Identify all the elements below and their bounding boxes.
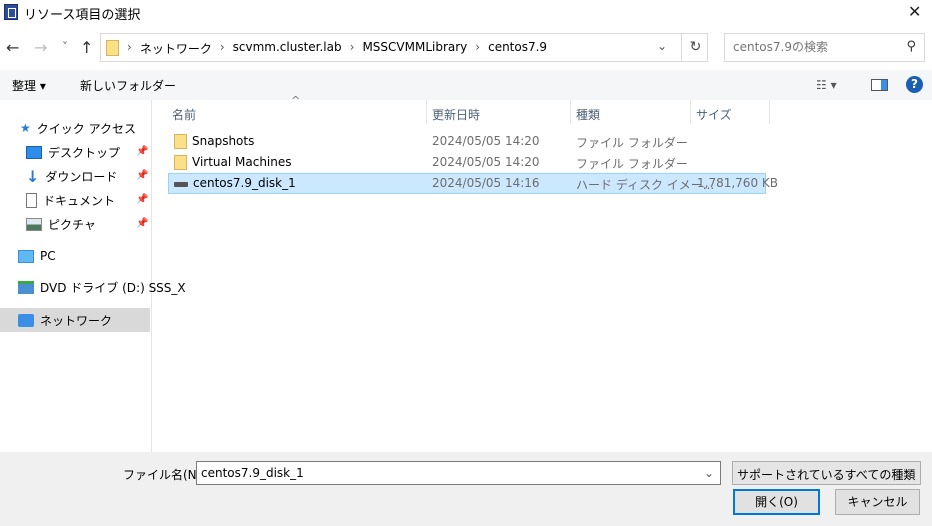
breadcrumb-separator: › [219, 40, 225, 54]
file-name: Snapshots [192, 134, 255, 148]
breadcrumb-separator: › [475, 40, 481, 54]
column-header-name[interactable]: 名前 [172, 106, 196, 130]
organize-button[interactable]: 整理 ▾ [12, 77, 46, 94]
chevron-down-icon[interactable]: ⌄ [704, 466, 714, 480]
pin-icon[interactable]: 📌 [136, 194, 148, 205]
disk-image-icon [174, 182, 188, 187]
desktop-icon [26, 145, 42, 159]
network-icon [18, 313, 34, 327]
sidebar-item-desktop[interactable]: デスクトップ [26, 140, 120, 164]
refresh-button[interactable]: ↻ [681, 34, 709, 61]
pc-icon [18, 249, 34, 263]
sidebar-item-network[interactable]: ネットワーク [0, 308, 150, 332]
filename-value: centos7.9_disk_1 [201, 466, 304, 480]
file-name: Virtual Machines [192, 155, 292, 169]
pin-icon[interactable]: 📌 [136, 170, 148, 181]
column-header-type[interactable]: 種類 [576, 106, 600, 130]
breadcrumb-network[interactable]: ネットワーク [140, 40, 212, 57]
address-dropdown-icon[interactable]: ⌄ [657, 39, 667, 53]
file-type-filter[interactable]: サポートされているすべての種類 ⌄ [732, 461, 921, 485]
close-button[interactable]: ✕ [908, 2, 921, 21]
pin-icon[interactable]: 📌 [136, 218, 148, 229]
search-input[interactable] [733, 40, 893, 54]
pin-icon[interactable]: 📌 [136, 146, 148, 157]
folder-icon [174, 134, 187, 149]
up-button[interactable]: ↑ [80, 38, 93, 57]
star-icon: ★ [20, 121, 31, 135]
dvd-icon [18, 280, 34, 294]
cancel-button[interactable]: キャンセル [835, 489, 920, 515]
recent-locations-button[interactable]: ˅ [62, 40, 68, 54]
file-date: 2024/05/05 14:20 [432, 155, 540, 169]
file-row[interactable]: Virtual Machines 2024/05/05 14:20 ファイル フ… [168, 152, 766, 173]
filename-input[interactable]: centos7.9_disk_1 ⌄ [196, 461, 721, 485]
file-date: 2024/05/05 14:16 [432, 176, 540, 190]
new-folder-button[interactable]: 新しいフォルダー [80, 77, 176, 94]
document-icon [26, 192, 37, 208]
file-type: ハード ディスク イメー... [576, 178, 715, 192]
file-type: ファイル フォルダー [576, 136, 688, 150]
file-size: 1,781,760 KB [697, 176, 778, 190]
toolbar: 整理 ▾ 新しいフォルダー ☷ ▾ ? [0, 70, 932, 100]
search-icon[interactable]: ⚲ [906, 39, 916, 54]
address-bar[interactable]: › ネットワーク › scvmm.cluster.lab › MSSCVMMLi… [100, 33, 708, 62]
file-name: centos7.9_disk_1 [193, 176, 296, 190]
folder-icon [106, 40, 119, 56]
picture-icon [26, 217, 42, 231]
window-title: リソース項目の選択 [24, 8, 141, 23]
forward-button[interactable]: → [34, 38, 47, 57]
help-icon[interactable]: ? [906, 76, 923, 93]
open-button[interactable]: 開く(O) [733, 489, 820, 515]
column-header-size[interactable]: サイズ [696, 106, 732, 130]
folder-icon [174, 155, 187, 170]
breadcrumb-server[interactable]: scvmm.cluster.lab [233, 40, 342, 57]
sort-indicator-icon: ^ [291, 94, 301, 107]
breadcrumb-separator: › [349, 40, 355, 54]
sidebar-item-quick-access[interactable]: ★ クイック アクセス [20, 116, 136, 140]
file-date: 2024/05/05 14:20 [432, 134, 540, 148]
sidebar-item-downloads[interactable]: ↓ ダウンロード [26, 164, 117, 188]
file-type-filter-value: サポートされているすべての種類 [737, 468, 916, 482]
download-icon: ↓ [26, 166, 40, 186]
sidebar-item-dvd-drive[interactable]: DVD ドライブ (D:) SSS_X [18, 275, 186, 299]
back-button[interactable]: ← [6, 38, 19, 57]
file-type: ファイル フォルダー [576, 157, 688, 171]
title-bar: リソース項目の選択 ✕ [0, 0, 932, 26]
sidebar-item-pictures[interactable]: ピクチャ [26, 212, 96, 236]
breadcrumb-library[interactable]: MSSCVMMLibrary [362, 40, 467, 57]
sidebar-item-pc[interactable]: PC [18, 244, 56, 268]
app-icon [4, 4, 18, 20]
file-row[interactable]: Snapshots 2024/05/05 14:20 ファイル フォルダー [168, 131, 766, 152]
view-options-icon[interactable]: ☷ ▾ [816, 78, 837, 92]
search-box[interactable]: ⚲ [724, 33, 925, 62]
sidebar-item-documents[interactable]: ドキュメント [26, 188, 115, 212]
file-row-selected[interactable]: centos7.9_disk_1 2024/05/05 14:16 ハード ディ… [168, 173, 778, 194]
breadcrumb-current[interactable]: centos7.9 [488, 40, 547, 57]
filename-label: ファイル名(N): [123, 468, 206, 482]
preview-pane-icon[interactable] [871, 79, 888, 91]
breadcrumb-separator: › [127, 40, 132, 54]
chevron-down-icon[interactable]: ⌄ [904, 466, 914, 480]
column-header-date[interactable]: 更新日時 [432, 106, 480, 130]
navigation-pane: ★ クイック アクセス デスクトップ 📌 ↓ ダウンロード 📌 ドキュメント 📌 ピ… [0, 100, 186, 452]
